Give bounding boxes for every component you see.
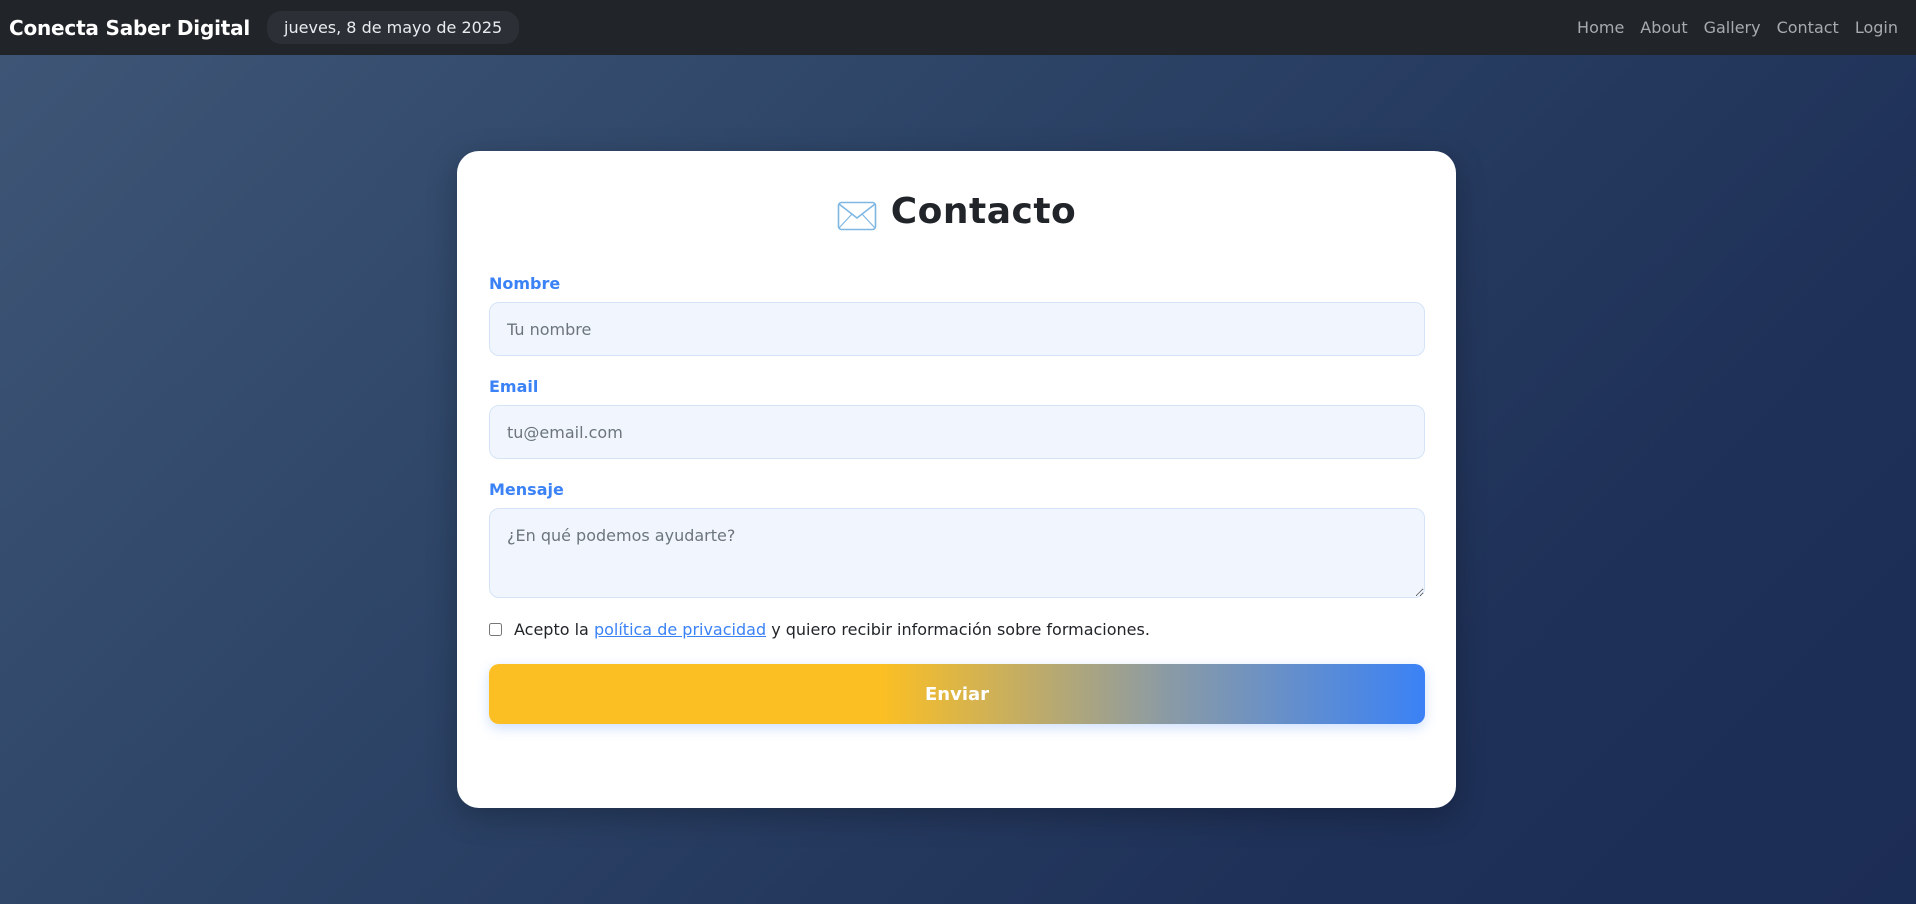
envelope-icon: [837, 201, 877, 230]
nav-link-home[interactable]: Home: [1569, 18, 1632, 37]
contact-card: Contacto Nombre Email Mensaje Acepto la …: [457, 151, 1456, 808]
name-label: Nombre: [489, 274, 561, 293]
nav-link-gallery[interactable]: Gallery: [1696, 18, 1769, 37]
email-input[interactable]: [489, 405, 1425, 459]
page-title: Contacto: [890, 191, 1077, 232]
message-textarea[interactable]: [489, 508, 1425, 598]
nav-link-contact[interactable]: Contact: [1769, 18, 1847, 37]
consent-text: Acepto la política de privacidad y quier…: [514, 620, 1150, 639]
submit-button[interactable]: Enviar: [489, 664, 1425, 724]
consent-row: Acepto la política de privacidad y quier…: [489, 620, 1150, 639]
brand-title[interactable]: Conecta Saber Digital: [9, 16, 250, 40]
name-input[interactable]: [489, 302, 1425, 356]
consent-text-before: Acepto la: [514, 620, 589, 639]
message-label: Mensaje: [489, 480, 564, 499]
privacy-policy-link[interactable]: política de privacidad: [594, 620, 766, 639]
email-label: Email: [489, 377, 539, 396]
navbar: Conecta Saber Digital jueves, 8 de mayo …: [0, 0, 1916, 55]
nav-link-login[interactable]: Login: [1847, 18, 1898, 37]
contact-title-row: Contacto: [457, 191, 1456, 232]
consent-checkbox[interactable]: [489, 623, 502, 636]
nav-link-about[interactable]: About: [1632, 18, 1695, 37]
consent-text-after: y quiero recibir información sobre forma…: [771, 620, 1150, 639]
date-badge: jueves, 8 de mayo de 2025: [267, 11, 520, 44]
nav-links: Home About Gallery Contact Login: [1569, 18, 1907, 37]
